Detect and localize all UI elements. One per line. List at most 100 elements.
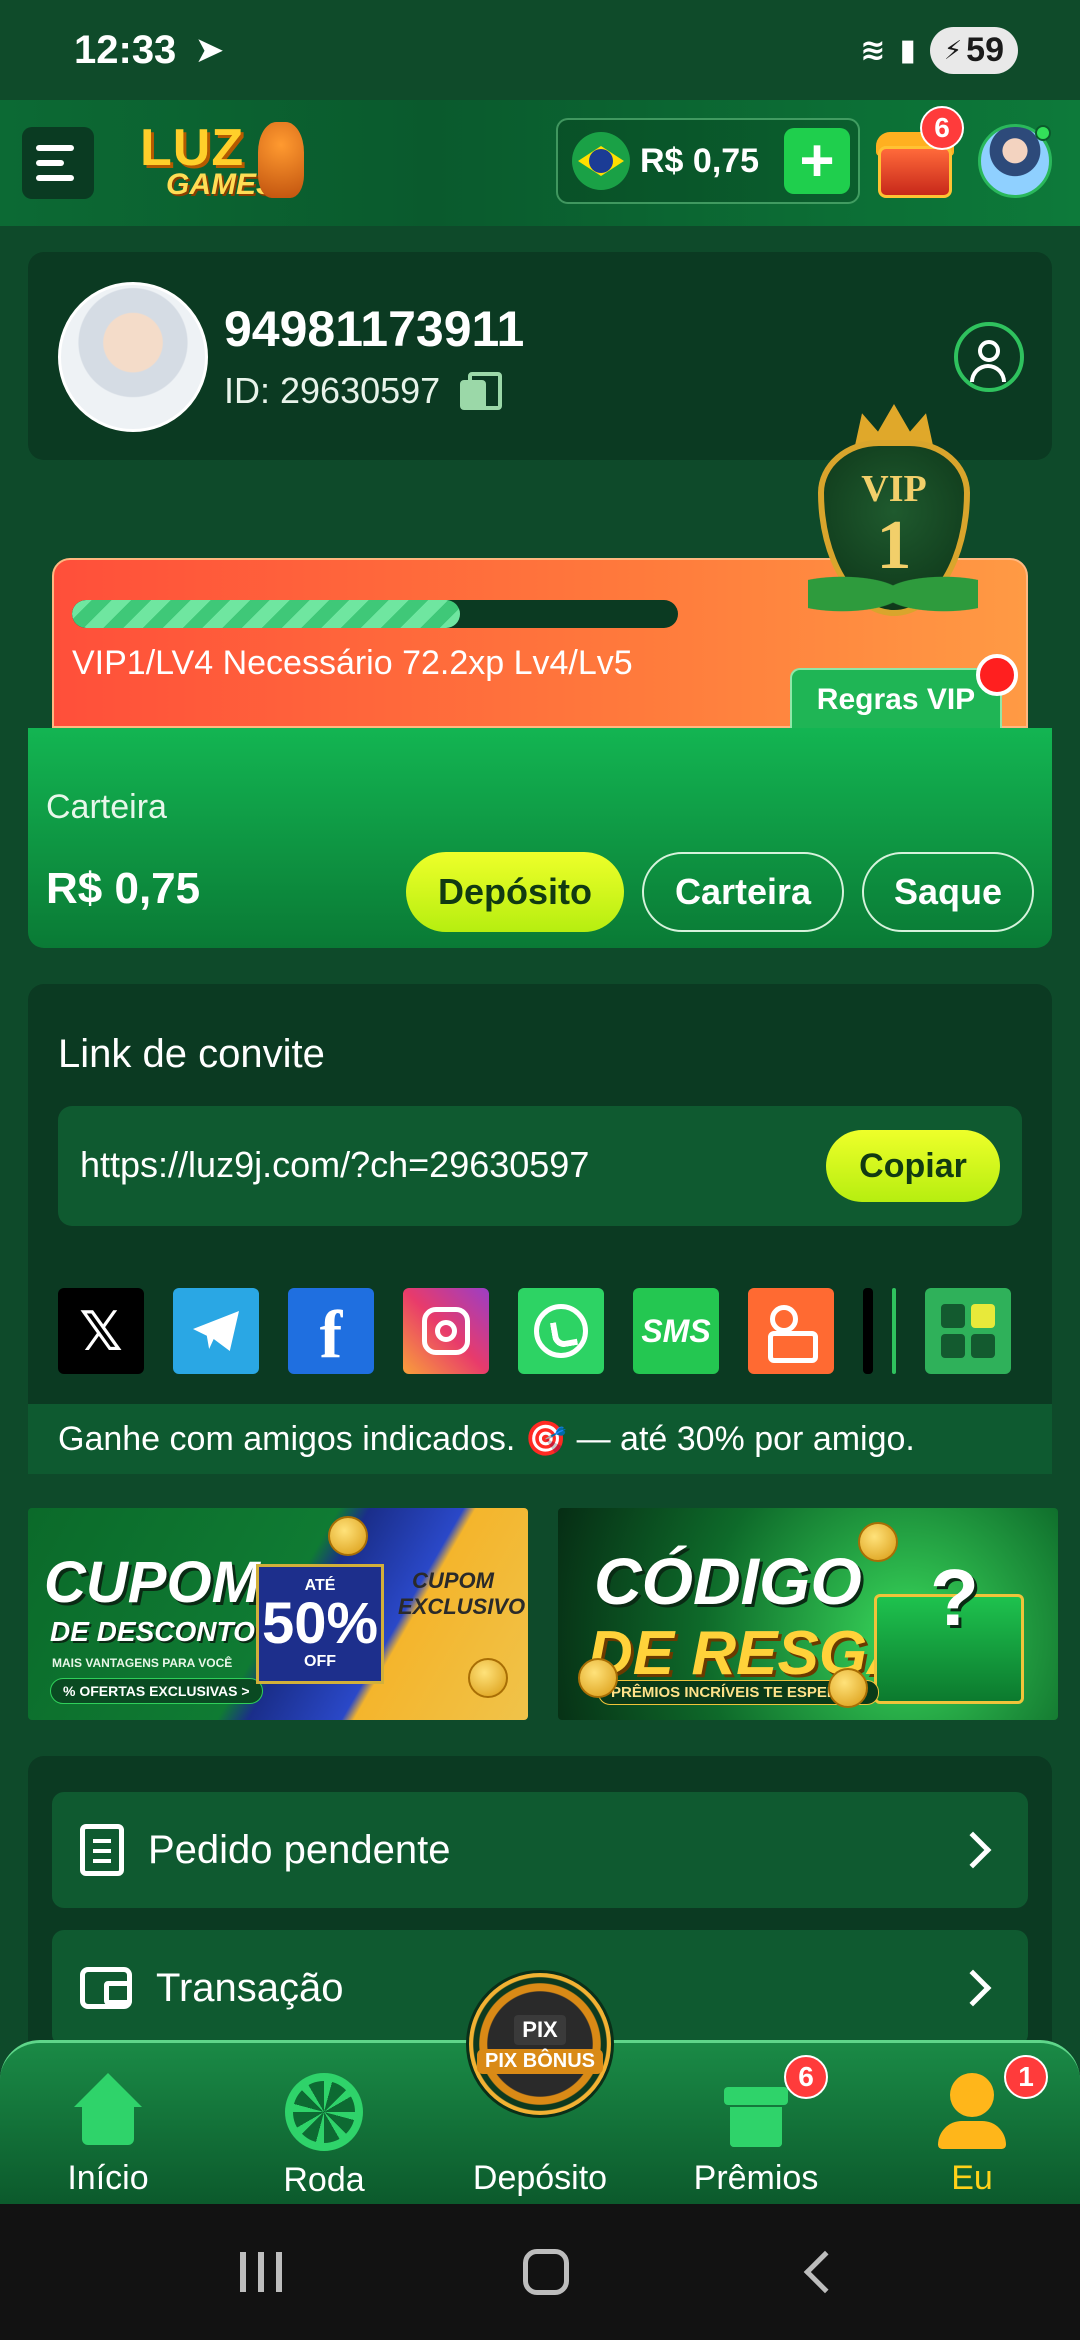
invite-url: https://luz9j.com/?ch=29630597: [80, 1144, 590, 1185]
nav-prizes-label: Prêmios: [693, 2159, 819, 2197]
treasure-chest-button[interactable]: 6: [874, 106, 964, 206]
coupon-discount-badge: ATÉ 50% OFF: [256, 1564, 384, 1684]
pending-order-label: Pedido pendente: [148, 1827, 451, 1872]
invite-note: Ganhe com amigos indicados. 🎯 — até 30% …: [28, 1404, 1052, 1474]
nav-home-label: Início: [67, 2159, 149, 2197]
pending-order-row[interactable]: Pedido pendente: [52, 1792, 1028, 1908]
signal-icon: ▮: [899, 33, 916, 67]
coupon-tag: % OFERTAS EXCLUSIVAS >: [50, 1678, 263, 1704]
status-bar: 12:33 ➤ ≋ ▮ ⚡ 59: [0, 0, 1080, 100]
wallet-icon: [80, 1967, 132, 2009]
wallet-card: Carteira R$ 0,75 Depósito Carteira Saque: [28, 728, 1052, 948]
invite-title: Link de convite: [58, 1032, 325, 1076]
withdraw-button[interactable]: Saque: [862, 852, 1034, 932]
wallet-label: Carteira: [46, 788, 167, 826]
battery-level: 59: [966, 30, 1004, 69]
profile-id-row: ID: 29630597: [224, 370, 503, 412]
deposit-button[interactable]: Depósito: [406, 852, 624, 932]
facebook-share-icon[interactable]: f: [288, 1288, 374, 1374]
vip-level-badge[interactable]: VIP 1: [808, 404, 978, 660]
redeem-code-banner[interactable]: CÓDIGO DE RESGATE ? PRÊMIOS INCRÍVEIS TE…: [558, 1508, 1058, 1720]
menu-button[interactable]: [22, 127, 94, 199]
pix-bonus-button[interactable]: PIX PIX BÔNUS: [466, 1970, 614, 2118]
redeem-question-mark: ?: [930, 1553, 979, 1642]
copy-link-button[interactable]: Copiar: [826, 1130, 1000, 1202]
scroll-divider-accent: [892, 1288, 896, 1374]
coin-icon: [328, 1516, 368, 1556]
pix-label: PIX: [514, 2014, 566, 2045]
vip-progress-fill: [72, 600, 460, 628]
me-badge: 1: [1004, 2055, 1048, 2099]
balance-pill[interactable]: R$ 0,75 +: [556, 118, 860, 204]
home-button[interactable]: [522, 2249, 569, 2295]
nav-prizes[interactable]: Prêmios 6: [666, 2055, 846, 2203]
home-icon: [68, 2073, 148, 2149]
coupon-exclusive: CUPOM EXCLUSIVO: [398, 1568, 526, 1619]
telegram-share-icon[interactable]: [173, 1288, 259, 1374]
profile-id: ID: 29630597: [224, 370, 441, 411]
header-avatar[interactable]: [978, 124, 1052, 198]
transaction-label: Transação: [156, 1965, 344, 2010]
user-icon: [932, 2073, 1012, 2149]
coupon-note: MAIS VANTAGENS PARA VOCÊ: [52, 1656, 233, 1670]
gift-icon: [716, 2073, 796, 2149]
back-button[interactable]: [803, 2250, 846, 2294]
nav-me-label: Eu: [951, 2159, 993, 2197]
chevron-right-icon: [954, 1969, 992, 2007]
app-logo[interactable]: LUZ GAMES: [140, 118, 310, 208]
add-funds-button[interactable]: +: [784, 128, 850, 194]
x-share-icon[interactable]: 𝕏: [58, 1288, 144, 1374]
chest-icon: [878, 146, 952, 198]
vip-progress-bar: [72, 600, 678, 628]
app-header: LUZ GAMES R$ 0,75 + 6: [0, 100, 1080, 226]
user-edit-icon: [978, 340, 1000, 362]
notification-dot: [976, 654, 1018, 696]
vip-rules-button[interactable]: Regras VIP: [790, 668, 1002, 730]
online-indicator: [1035, 125, 1051, 141]
more-share-icon[interactable]: [925, 1288, 1011, 1374]
wifi-icon: ≋: [860, 33, 886, 67]
sms-share-icon[interactable]: SMS: [633, 1288, 719, 1374]
charging-icon: ⚡: [943, 34, 963, 65]
telegram-notification-icon: ➤: [194, 29, 225, 70]
recent-apps-button[interactable]: [240, 2252, 283, 2292]
wallet-button[interactable]: Carteira: [642, 852, 844, 932]
coin-icon: [858, 1522, 898, 1562]
chevron-right-icon: [954, 1831, 992, 1869]
whatsapp-share-icon[interactable]: [518, 1288, 604, 1374]
wallet-amount: R$ 0,75: [46, 864, 201, 913]
nav-me[interactable]: Eu 1: [882, 2055, 1062, 2203]
wheel-icon: [285, 2073, 363, 2151]
logo-mascot-icon: [258, 122, 304, 198]
nav-home[interactable]: Início: [18, 2073, 198, 2203]
coupon-banner[interactable]: CUPOM DE DESCONTO MAIS VANTAGENS PARA VO…: [28, 1508, 528, 1720]
redeem-title: CÓDIGO: [594, 1544, 862, 1618]
clock: 12:33: [74, 27, 177, 72]
nav-wheel[interactable]: Roda: [234, 2073, 414, 2203]
instagram-share-icon[interactable]: [403, 1288, 489, 1374]
copy-id-icon[interactable]: [460, 372, 503, 410]
leaves-decoration: [808, 554, 978, 634]
profile-avatar[interactable]: [58, 282, 208, 432]
prizes-badge: 6: [784, 2055, 828, 2099]
header-balance: R$ 0,75: [640, 141, 760, 180]
coupon-title: CUPOM: [44, 1550, 260, 1615]
scroll-divider: [863, 1288, 873, 1374]
coupon-subtitle: DE DESCONTO: [50, 1616, 255, 1647]
invite-link-box: https://luz9j.com/?ch=29630597 Copiar: [58, 1106, 1022, 1226]
share-row: 𝕏 f SMS: [58, 1288, 1022, 1376]
brazil-flag-icon: [572, 132, 630, 190]
vip-badge-word: VIP: [861, 468, 927, 510]
coin-icon: [828, 1668, 868, 1708]
invite-card: Link de convite https://luz9j.com/?ch=29…: [28, 984, 1052, 1474]
coin-icon: [468, 1658, 508, 1698]
nav-wheel-label: Roda: [283, 2161, 365, 2199]
coupon-percent: 50%: [261, 1591, 379, 1656]
kwai-share-icon[interactable]: [748, 1288, 834, 1374]
pix-bonus-label: PIX BÔNUS: [476, 2048, 604, 2074]
edit-profile-button[interactable]: [954, 322, 1024, 392]
system-navigation-bar: [0, 2204, 1080, 2340]
coupon-off: OFF: [304, 1653, 336, 1670]
vip-status-text: VIP1/LV4 Necessário 72.2xp Lv4/Lv5: [72, 644, 633, 682]
nav-deposit-label: Depósito: [472, 2159, 608, 2197]
